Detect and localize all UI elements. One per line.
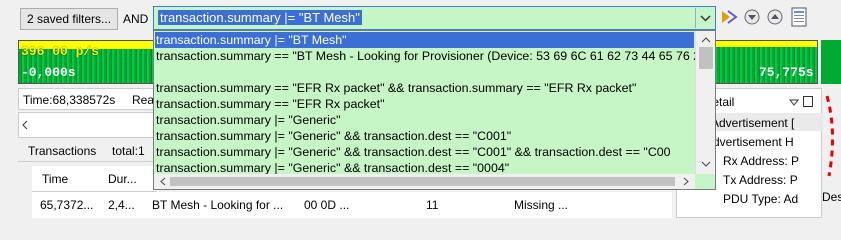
saved-filters-button[interactable]: 2 saved filters...: [20, 8, 118, 30]
detail-item[interactable]: Advertisement H: [705, 135, 794, 149]
transactions-table-header: Time Dur...: [32, 166, 156, 192]
filter-option[interactable]: transaction.summary |= "Generic" && tran…: [156, 144, 671, 160]
row-summary: BT Mesh - Looking for ...: [152, 198, 284, 212]
red-dashed-arc: [825, 95, 835, 177]
col-duration[interactable]: Dur...: [108, 172, 137, 186]
filter-dropdown-toggle[interactable]: [695, 8, 714, 28]
filter-dropdown-list: transaction.summary |= "BT Mesh" transac…: [153, 30, 716, 190]
filter-option[interactable]: transaction.summary == "BT Mesh - Lookin…: [156, 48, 695, 64]
circle-down-icon: [744, 9, 760, 25]
left-scroll-area: [18, 112, 156, 138]
filter-input[interactable]: transaction.summary |= "BT Mesh": [158, 10, 362, 25]
col-time[interactable]: Time: [42, 172, 68, 186]
far-right-strip: [821, 40, 841, 84]
tab-transactions[interactable]: Transactions: [28, 144, 96, 158]
scroll-left-icon[interactable]: [19, 113, 31, 137]
filter-apply-icon: [722, 10, 738, 24]
filter-combobox[interactable]: transaction.summary |= "BT Mesh": [153, 6, 716, 30]
left-strip-chart: 396 00 p/s -0,000s: [18, 40, 156, 84]
scroll-down-icon[interactable]: [696, 157, 716, 171]
scroll-up-icon[interactable]: [696, 33, 716, 47]
detail-item[interactable]: PDU Type: Ad: [723, 192, 798, 206]
row-time: 65,7372...: [40, 198, 94, 212]
detail-item[interactable]: Rx Address: P: [723, 154, 799, 168]
left-chart-time: -0,000s: [21, 65, 76, 80]
chevron-down-icon[interactable]: [788, 97, 800, 109]
detail-item[interactable]: Advertisement [: [711, 116, 794, 130]
left-chart-rate: 396 00 p/s: [21, 44, 100, 59]
apply-filter-button[interactable]: [720, 8, 738, 26]
circle-up-icon: [767, 9, 783, 25]
filter-option[interactable]: transaction.summary == "EFR Rx packet" &…: [156, 80, 636, 96]
scroll-left-icon[interactable]: [156, 174, 170, 189]
dropdown-hscrollbar[interactable]: [154, 174, 695, 189]
right-chart-time: 75,775s: [759, 65, 814, 80]
table-row[interactable]: 65,7372... 2,4... BT Mesh - Looking for …: [32, 192, 672, 218]
detail-side-label: Des: [822, 190, 841, 204]
transactions-tab-bar: Transactions total:1: [18, 140, 156, 162]
down-button[interactable]: [743, 8, 761, 26]
row-count: 11: [426, 198, 439, 212]
and-label: AND: [123, 12, 149, 26]
row-data: 00 0D ...: [304, 198, 350, 212]
filter-option[interactable]: transaction.summary |= "Generic": [156, 112, 341, 128]
dropdown-vscroll-thumb[interactable]: [699, 47, 713, 69]
restore-icon[interactable]: [803, 96, 813, 107]
filter-option[interactable]: transaction.summary == "EFR Rx packet": [156, 96, 384, 112]
row-duration: 2,4...: [108, 198, 135, 212]
chevron-down-icon: [700, 15, 711, 22]
row-status: Missing ...: [514, 198, 569, 212]
scroll-right-icon[interactable]: [679, 174, 693, 189]
document-icon: [791, 7, 807, 27]
total-label: total:1: [112, 144, 145, 158]
time-label: Time:68,338572s: [23, 93, 116, 107]
notes-button[interactable]: [790, 7, 808, 27]
saved-filters-label: 2 saved filters...: [27, 12, 112, 26]
status-bar: Time:68,338572s Real: [18, 88, 158, 110]
filter-option[interactable]: transaction.summary |= "Generic" && tran…: [156, 128, 511, 144]
detail-item[interactable]: Tx Address: P: [723, 173, 798, 187]
filter-option[interactable]: transaction.summary |= "BT Mesh": [155, 32, 694, 48]
dropdown-hscroll-thumb[interactable]: [170, 177, 675, 186]
red-marker: [825, 92, 839, 178]
up-button[interactable]: [766, 8, 784, 26]
dropdown-vscrollbar[interactable]: [695, 31, 715, 174]
